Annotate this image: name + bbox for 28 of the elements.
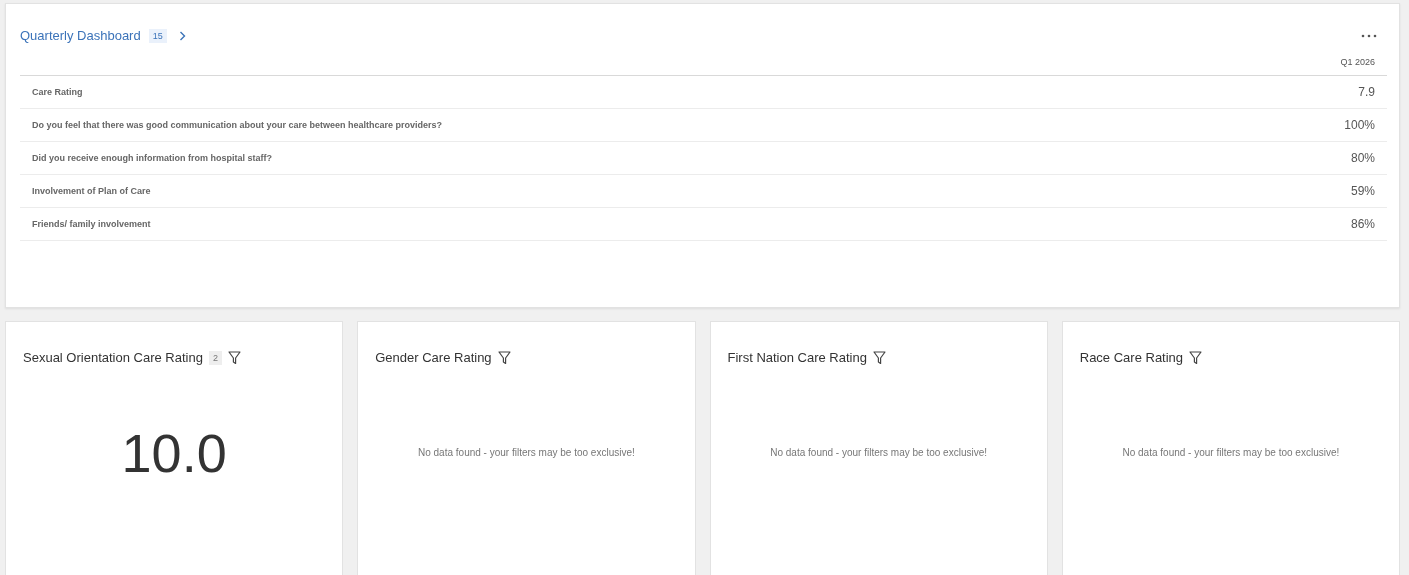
column-header: Q1 2026	[1340, 57, 1375, 67]
table-cell: 100%	[1344, 118, 1375, 132]
tile-title: Race Care Rating	[1079, 350, 1184, 365]
filter-icon[interactable]	[497, 350, 511, 365]
filter-icon[interactable]	[872, 350, 886, 365]
table-cell: 59%	[1350, 184, 1375, 198]
count-badge: 15	[148, 28, 167, 43]
empty-message: No data found - your filters may be too exclusive!	[418, 447, 635, 458]
row-label: Friends/ family involvement	[32, 219, 151, 229]
table-cell: 7.9	[1358, 85, 1375, 99]
dashboard-title-link[interactable]: Quarterly Dashboard	[20, 28, 141, 43]
empty-message: No data found - your filters may be too exclusive!	[770, 447, 987, 458]
metric-value: 10.0	[121, 421, 227, 484]
table-cell: 80%	[1350, 151, 1375, 165]
filter-icon[interactable]	[227, 350, 241, 365]
count-badge: 2	[208, 350, 222, 365]
table-cell: 86%	[1350, 217, 1375, 231]
empty-message: No data found - your filters may be too exclusive!	[1122, 447, 1340, 458]
chevron-right-icon[interactable]	[178, 30, 186, 41]
tile-title: First Nation Care Rating	[727, 350, 867, 365]
tile-title: Sexual Orientation Care Rating	[23, 350, 203, 365]
filter-icon[interactable]	[1189, 350, 1203, 365]
row-label: Care Rating	[32, 87, 83, 97]
more-options-icon[interactable]	[1361, 33, 1377, 38]
row-label: Involvement of Plan of Care	[32, 186, 151, 196]
row-label: Do you feel that there was good communication about your care between healthcare providers?	[32, 120, 443, 130]
tile-title: Gender Care Rating	[375, 350, 492, 365]
row-label: Did you receive enough information from hospital staff?	[32, 153, 273, 163]
